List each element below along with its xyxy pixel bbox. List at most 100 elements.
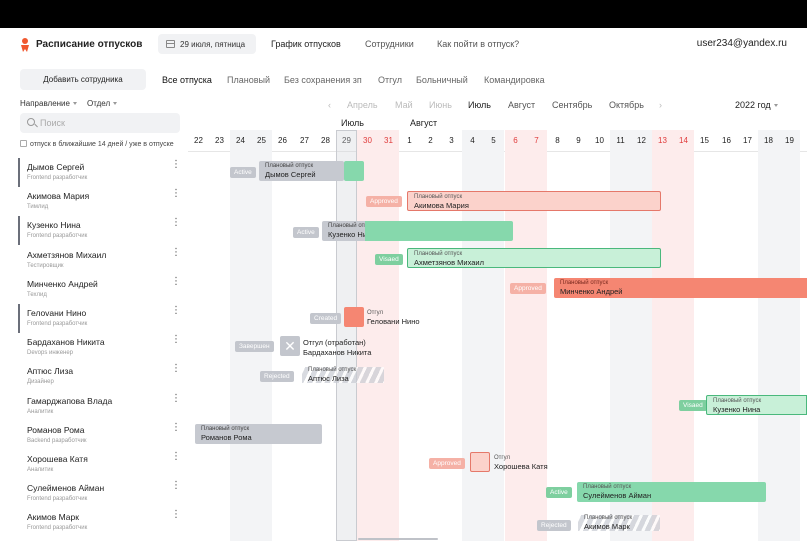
status-badge: Visaed [375,254,403,265]
department-select-label: Отдел [87,99,111,108]
employee-name: Бардаханов Никита [27,337,105,347]
employee-role: Аналитик [27,467,54,473]
month-august[interactable]: Август [508,100,535,110]
more-options-icon[interactable]: ⋮ [171,394,181,404]
filter-tab-unpaid[interactable]: Без сохранения зп [284,75,362,85]
more-options-icon[interactable]: ⋮ [171,364,181,374]
dayoff-marker[interactable] [344,307,364,327]
more-options-icon[interactable]: ⋮ [171,481,181,491]
next-month-arrow[interactable]: › [659,100,662,110]
app-title: Расписание отпусков [36,39,143,50]
filter-tab-sick[interactable]: Больничный [416,75,468,85]
app-header: Расписание отпусков 29 июля, пятница Гра… [0,28,807,62]
vacation-employee: Сулейменов Айман [583,491,652,500]
employee-row[interactable]: Акимов Марк Frontend разработчик ⋮ [20,508,186,537]
filter-tab-all[interactable]: Все отпуска [162,75,212,85]
vacation-bar[interactable]: Плановый отпуск Ахметзянов Михаил [407,248,661,268]
more-options-icon[interactable]: ⋮ [171,335,181,345]
vacation-bar[interactable]: Плановый отпуск Сулейменов Айман [577,482,766,502]
vacation-employee: Аптюс Лиза [308,374,349,383]
more-options-icon[interactable]: ⋮ [171,277,181,287]
vacation-employee: Акимов Марк [584,522,630,531]
day-number: 18 [764,136,773,145]
day-number: 30 [363,136,372,145]
search-box[interactable] [20,113,180,133]
today-column [336,130,357,541]
employee-row[interactable]: Аптюс Лиза Дизайнер ⋮ [20,362,186,391]
user-email[interactable]: user234@yandex.ru [697,38,787,49]
more-options-icon[interactable]: ⋮ [171,510,181,520]
month-june[interactable]: Июнь [429,100,452,110]
employee-row[interactable]: Бардаханов Никита Devops инженер ⋮ [20,333,186,362]
employee-row[interactable]: Гелovани Нино Frontend разработчик ⋮ [18,304,186,333]
nav-employees[interactable]: Сотрудники [365,39,414,49]
vacation-type: Плановый отпуск [328,223,365,229]
more-options-icon[interactable]: ⋮ [171,218,181,228]
employee-row[interactable]: Сулейменов Айман Frontend разработчик ⋮ [20,479,186,508]
vacation-bar[interactable]: Плановый отпуск Дымов Сергей [259,161,344,181]
employee-role: Backend разработчик [27,438,87,444]
dayoff-marker[interactable] [470,452,490,472]
search-input[interactable] [40,116,170,130]
employee-row[interactable]: Гамарджапова Влада Аналитик ⋮ [20,392,186,421]
employee-row[interactable]: Минченко Андрей Техлид ⋮ [20,275,186,304]
day-number: 8 [555,136,560,145]
filter-tab-dayoff[interactable]: Отгул [378,75,402,85]
day-column [779,130,800,541]
employee-row[interactable]: Романов Рома Backend разработчик ⋮ [20,421,186,450]
day-column [251,130,272,541]
dayoff-marker[interactable]: ✕ [280,336,300,356]
add-employee-button[interactable]: Добавить сотрудника [20,69,146,90]
employee-role: Devops инженер [27,350,74,356]
day-column [357,130,378,541]
vacation-bar[interactable]: Плановый отпускКузенко Нина [322,221,365,241]
filter-tab-planned[interactable]: Плановый [227,75,270,85]
vacation-bar[interactable]: Плановый отпуск Романов Рома [195,424,322,444]
day-number: 7 [534,136,539,145]
employee-row[interactable]: Дымов Сергей Frontend разработчик ⋮ [18,158,186,187]
vacation-bar[interactable]: Плановый отпускКузенко Нина [706,395,807,415]
employee-name: Ахметзянов Михаил [27,250,107,260]
vacation-bar-continuation[interactable] [365,221,513,241]
vacation-label: Плановый отпуск Аптюс Лиза [308,367,356,383]
month-label-august: Август [410,118,438,128]
vacation-employee: Дымов Сергей [265,170,316,179]
prev-month-arrow[interactable]: ‹ [328,100,331,110]
year-select[interactable]: 2022 год [735,100,778,110]
employee-row[interactable]: Акимова Мария Тимлид ⋮ [20,187,186,216]
day-number: 13 [658,136,667,145]
direction-select[interactable]: Направление [20,99,77,108]
vacation-type: Отгул [494,455,510,461]
month-october[interactable]: Октябрь [609,100,644,110]
more-options-icon[interactable]: ⋮ [171,452,181,462]
vacation-bar[interactable]: Плановый отпуск Акимова Мария [407,191,661,211]
nav-how-to-vacation[interactable]: Как пойти в отпуск? [437,39,519,49]
more-options-icon[interactable]: ⋮ [171,248,181,258]
vacation-bar[interactable]: Плановый отпуск Минченко Андрей [554,278,807,298]
more-options-icon[interactable]: ⋮ [171,189,181,199]
filter-tab-business-trip[interactable]: Командировка [484,75,545,85]
more-options-icon[interactable]: ⋮ [171,160,181,170]
department-select[interactable]: Отдел [87,99,118,108]
month-april[interactable]: Апрель [347,100,378,110]
employee-name: Аптюс Лиза [27,366,74,376]
vacation-type: Плановый отпуск [584,515,633,521]
employee-row[interactable]: Кузенко Нина Frontend разработчик ⋮ [18,216,186,245]
checkbox[interactable] [20,140,27,147]
calendar-icon [166,40,175,48]
date-chip[interactable]: 29 июля, пятница [158,34,256,54]
more-options-icon[interactable]: ⋮ [171,306,181,316]
month-september[interactable]: Сентябрь [552,100,592,110]
day-number: 11 [616,136,625,145]
employee-row[interactable]: Хорошева Катя Аналитик ⋮ [20,450,186,479]
month-july[interactable]: Июль [468,100,491,110]
more-options-icon[interactable]: ⋮ [171,423,181,433]
day-number: 27 [300,136,309,145]
nav-vacation-schedule[interactable]: График отпусков [271,39,341,49]
horizontal-scrollbar[interactable] [358,538,438,540]
vacation-bar-continuation[interactable] [344,161,364,181]
month-may[interactable]: Май [395,100,413,110]
day-number: 5 [491,136,496,145]
employee-row[interactable]: Ахметзянов Михаил Тестировщик ⋮ [20,246,186,275]
upcoming-vacation-checkbox[interactable]: отпуск в ближайшие 14 дней / уже в отпус… [20,140,174,148]
